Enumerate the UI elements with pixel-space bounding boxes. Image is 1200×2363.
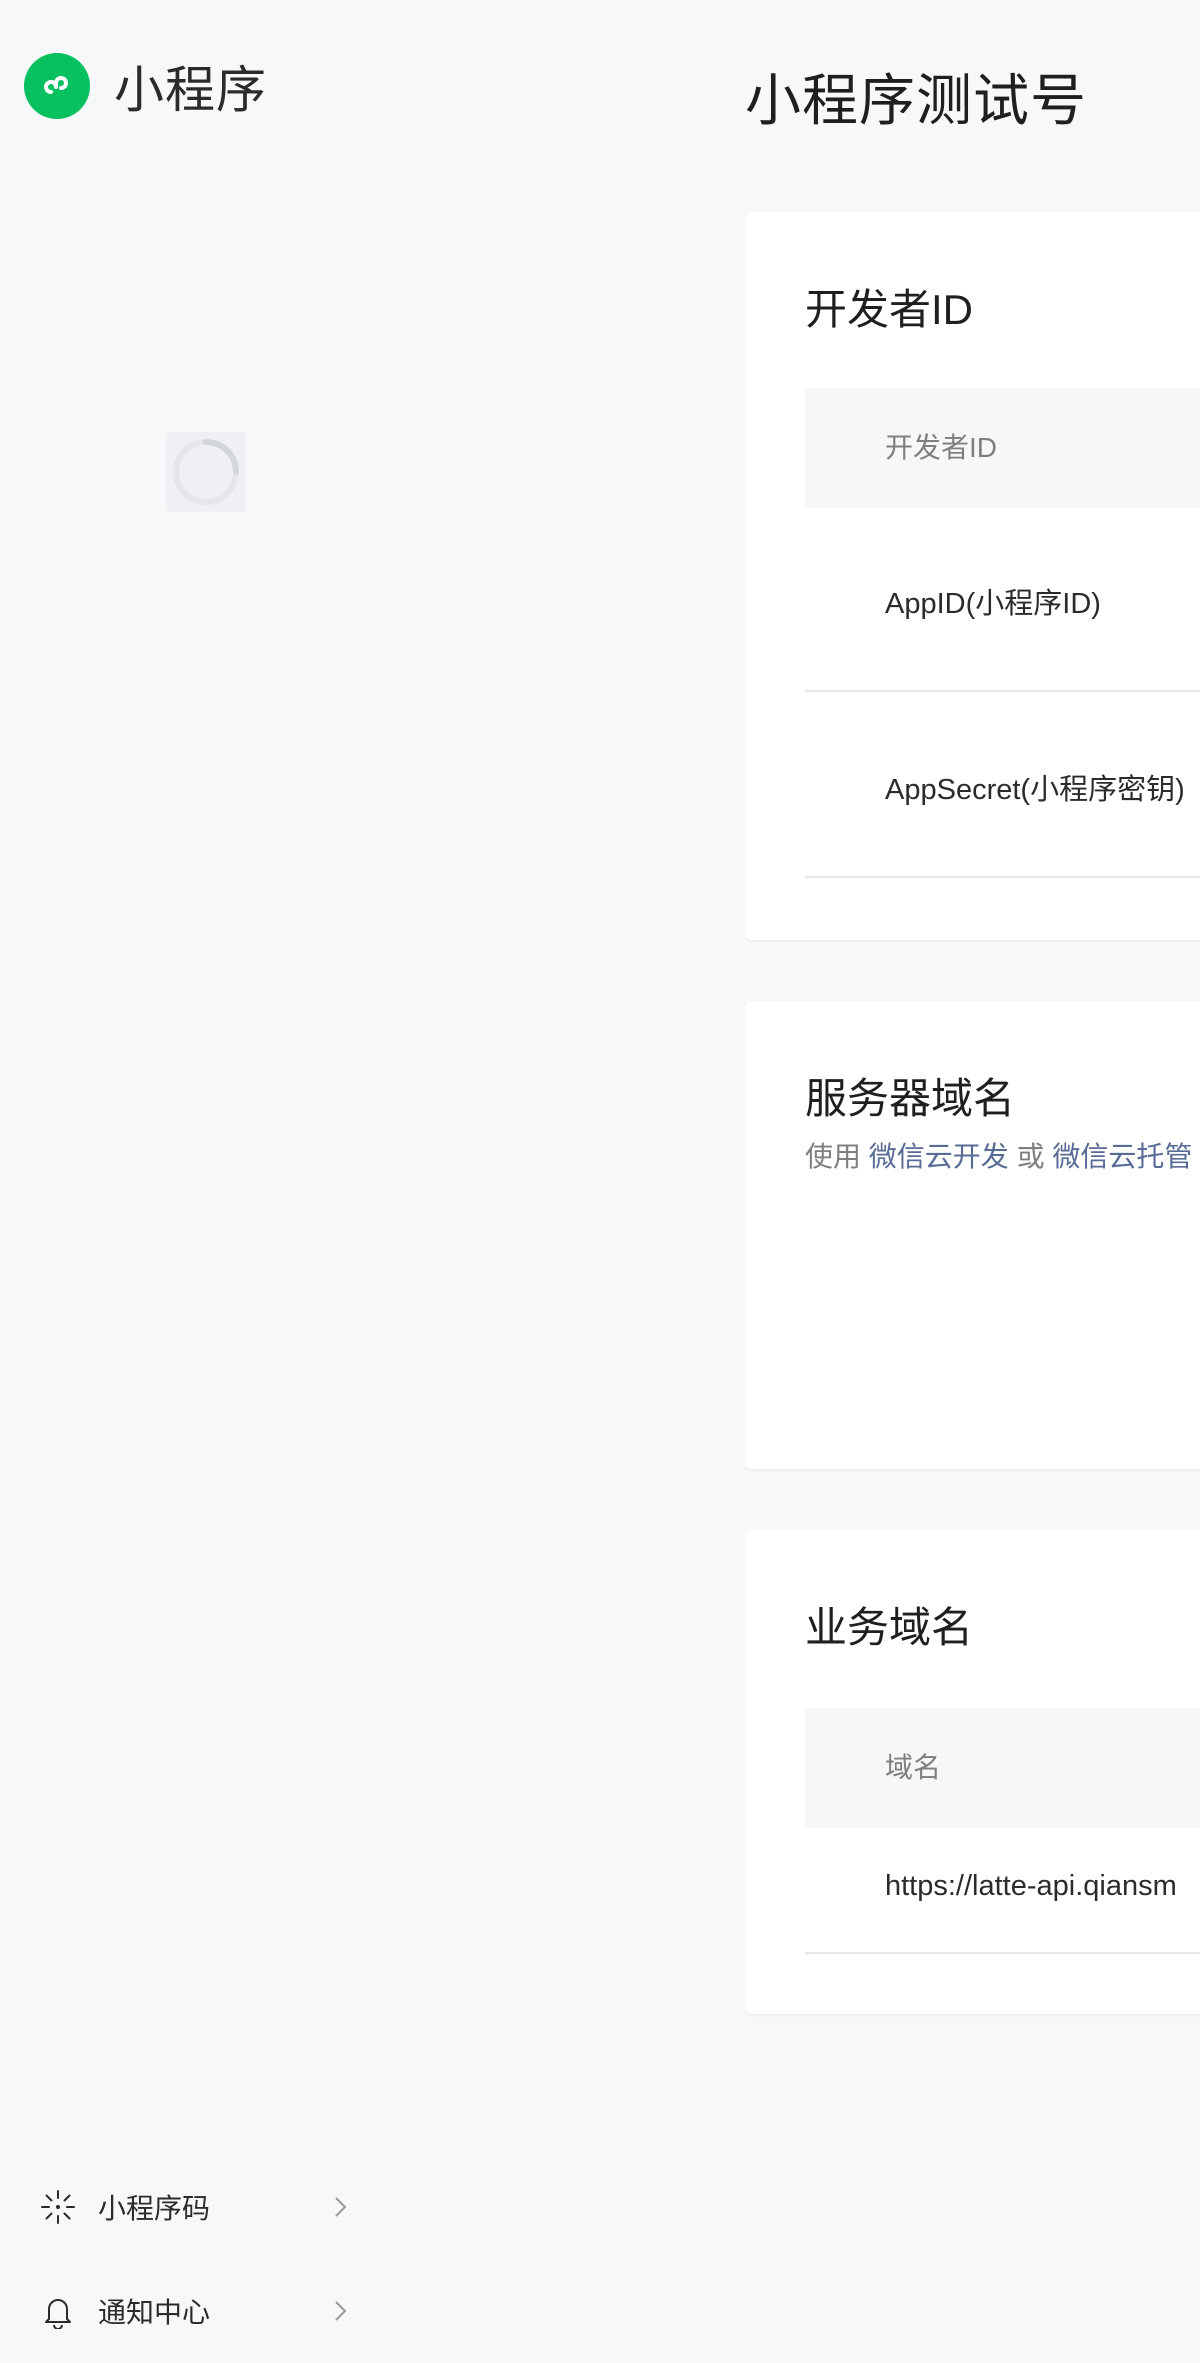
developer-id-card: 开发者ID 开发者ID AppID(小程序ID) AppSecret(小程序密钥… <box>745 212 1200 940</box>
table-row: AppSecret(小程序密钥) <box>805 692 1200 878</box>
server-domain-card: 服务器域名 使用 微信云开发 或 微信云托管 <box>745 1001 1200 1469</box>
loading-spinner-icon <box>166 432 246 512</box>
card-title: 开发者ID <box>805 286 974 333</box>
cloud-dev-link[interactable]: 微信云开发 <box>869 1141 1009 1172</box>
card-title: 业务域名 <box>805 1604 974 1651</box>
side-nav-item-qrcode[interactable]: 小程序码 <box>0 2155 380 2259</box>
card-title: 服务器域名 <box>805 1075 1016 1122</box>
chevron-right-icon <box>328 2195 352 2219</box>
description-text: 使用 <box>805 1141 862 1172</box>
column-header: 开发者ID <box>885 432 998 463</box>
appid-label: AppID(小程序ID) <box>885 588 1101 620</box>
table-row: https://latte-api.qiansm <box>805 1828 1200 1954</box>
side-nav: 小程序码 通知中心 <box>0 2155 380 2363</box>
miniprogram-logo-icon <box>24 53 90 119</box>
qrcode-sparkle-icon <box>40 2189 76 2225</box>
bell-icon <box>40 2293 76 2329</box>
chevron-right-icon <box>328 2299 352 2323</box>
brand[interactable]: 小程序 <box>24 50 267 122</box>
side-nav-label: 通知中心 <box>98 2297 211 2328</box>
column-header: 域名 <box>885 1752 942 1783</box>
appsecret-label: AppSecret(小程序密钥) <box>885 774 1185 806</box>
side-nav-label: 小程序码 <box>98 2193 211 2224</box>
side-nav-item-notifications[interactable]: 通知中心 <box>0 2259 380 2363</box>
domain-value: https://latte-api.qiansm <box>885 1870 1177 1902</box>
server-domain-description: 使用 微信云开发 或 微信云托管 <box>805 1135 1192 1175</box>
main-content: 小程序测试号 开发者ID 开发者ID AppID(小程序ID) AppSecre… <box>745 0 1200 2359</box>
table-header: 开发者ID <box>805 388 1200 508</box>
cloud-hosting-link[interactable]: 微信云托管 <box>1052 1141 1192 1172</box>
brand-name: 小程序 <box>114 62 267 118</box>
page-title: 小程序测试号 <box>745 69 1087 132</box>
description-text: 或 <box>1016 1141 1045 1172</box>
table-header: 域名 <box>805 1708 1200 1828</box>
business-domain-card: 业务域名 域名 https://latte-api.qiansm <box>745 1530 1200 2014</box>
table-row: AppID(小程序ID) <box>805 508 1200 692</box>
sidebar: 小程序 小程序码 通知中心 <box>0 0 745 2359</box>
